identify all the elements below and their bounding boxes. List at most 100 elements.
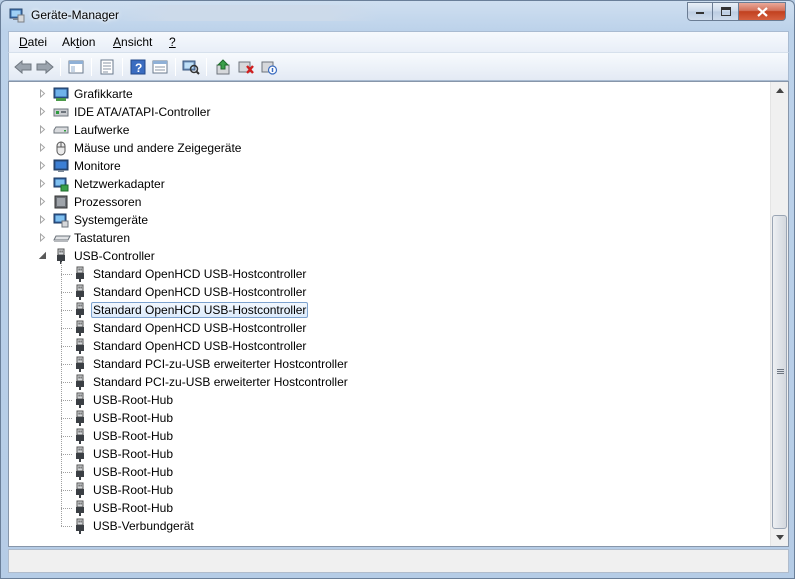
- tree-category[interactable]: Monitore: [40, 157, 123, 175]
- tree-category[interactable]: Laufwerke: [40, 121, 131, 139]
- usb-plug-icon: [72, 338, 88, 354]
- usb-device-label: Standard OpenHCD USB-Hostcontroller: [93, 339, 307, 353]
- usb-plug-icon: [72, 266, 88, 282]
- tree-connector: [61, 328, 72, 329]
- tree-category[interactable]: Grafikkarte: [40, 85, 135, 103]
- disable-device-button[interactable]: [258, 57, 280, 77]
- usb-device-item[interactable]: USB-Root-Hub: [72, 427, 175, 445]
- device-tree[interactable]: Grafikkarte IDE ATA/ATAPI-Controller Laufw…: [9, 82, 770, 546]
- usb-device-label: USB-Root-Hub: [93, 501, 174, 515]
- scan-hardware-button[interactable]: [180, 57, 202, 77]
- tree-connector: [61, 490, 72, 491]
- scroll-up-icon: [775, 88, 784, 93]
- tree-category-label: Grafikkarte: [74, 87, 133, 101]
- usb-device-item[interactable]: Standard PCI-zu-USB erweiterter Hostcont…: [72, 373, 350, 391]
- toolbar-separator: [91, 58, 92, 76]
- collapsed-arrow-icon[interactable]: [38, 107, 47, 116]
- usb-device-label: USB-Root-Hub: [93, 447, 174, 461]
- ide-controller-icon: [53, 104, 69, 120]
- menu-text: ion: [79, 35, 96, 49]
- collapsed-arrow-icon[interactable]: [38, 197, 47, 206]
- tree-category[interactable]: Systemgeräte: [40, 211, 150, 229]
- tree-connector: [61, 292, 72, 293]
- tree-category[interactable]: IDE ATA/ATAPI-Controller: [40, 103, 212, 121]
- usb-device-item[interactable]: Standard OpenHCD USB-Hostcontroller: [72, 337, 308, 355]
- collapsed-arrow-icon[interactable]: [38, 179, 47, 188]
- usb-device-item[interactable]: USB-Verbundgerät: [72, 517, 196, 535]
- scroll-up-button[interactable]: [771, 82, 788, 99]
- vertical-scrollbar[interactable]: [770, 82, 788, 546]
- usb-device-label: Standard OpenHCD USB-Hostcontroller: [93, 321, 307, 335]
- show-hide-tree-button[interactable]: [65, 57, 87, 77]
- menu-text: atei: [27, 35, 48, 49]
- usb-plug-icon: [72, 320, 88, 336]
- collapsed-arrow-icon[interactable]: [38, 89, 47, 98]
- tree-category[interactable]: Netzwerkadapter: [40, 175, 167, 193]
- minimize-button[interactable]: [687, 2, 713, 21]
- usb-device-label: Standard OpenHCD USB-Hostcontroller: [93, 267, 307, 281]
- keyboard-icon: [53, 230, 71, 246]
- tree-category-label: Tastaturen: [74, 231, 131, 245]
- usb-device-item[interactable]: Standard PCI-zu-USB erweiterter Hostcont…: [72, 355, 350, 373]
- tree-connector: [61, 508, 72, 509]
- tree-category[interactable]: Prozessoren: [40, 193, 143, 211]
- uninstall-button[interactable]: [235, 57, 257, 77]
- properties-button[interactable]: [96, 57, 118, 77]
- back-button[interactable]: [12, 57, 34, 77]
- usb-device-item[interactable]: USB-Root-Hub: [72, 445, 175, 463]
- tree-connector: [61, 310, 72, 311]
- collapsed-arrow-icon[interactable]: [38, 233, 47, 242]
- view-details-button[interactable]: [149, 57, 171, 77]
- collapsed-arrow-icon[interactable]: [38, 143, 47, 152]
- usb-device-item[interactable]: Standard OpenHCD USB-Hostcontroller: [72, 283, 308, 301]
- menu-text: A: [113, 35, 122, 49]
- menu-help[interactable]: ?: [169, 35, 176, 49]
- menu-datei[interactable]: Datei: [19, 35, 47, 49]
- usb-plug-icon: [72, 482, 88, 498]
- help-button[interactable]: ?: [127, 57, 149, 77]
- menu-aktion[interactable]: Aktion: [62, 35, 95, 49]
- tree-connector: [61, 262, 62, 526]
- expanded-arrow-icon[interactable]: [38, 251, 47, 260]
- forward-arrow-icon: [36, 60, 54, 74]
- tree-category[interactable]: Tastaturen: [40, 229, 132, 247]
- tree-category-label: Systemgeräte: [74, 213, 149, 227]
- forward-button[interactable]: [34, 57, 56, 77]
- properties-icon: [100, 59, 114, 75]
- show-hide-tree-icon: [68, 60, 84, 74]
- usb-plug-icon: [72, 428, 88, 444]
- usb-device-label: USB-Root-Hub: [93, 465, 174, 479]
- usb-device-item[interactable]: USB-Root-Hub: [72, 391, 175, 409]
- tree-category[interactable]: Mäuse und andere Zeigegeräte: [40, 139, 243, 157]
- scroll-down-button[interactable]: [771, 529, 788, 546]
- title-bar[interactable]: Geräte-Manager: [1, 1, 794, 31]
- tree-category[interactable]: USB-Controller: [38, 247, 157, 265]
- collapsed-arrow-icon[interactable]: [38, 215, 47, 224]
- usb-device-item[interactable]: USB-Root-Hub: [72, 481, 175, 499]
- menu-text: Ak: [62, 35, 77, 49]
- usb-plug-icon: [72, 464, 88, 480]
- usb-device-item[interactable]: Standard OpenHCD USB-Hostcontroller: [72, 319, 308, 337]
- usb-device-label: Standard OpenHCD USB-Hostcontroller: [91, 302, 309, 318]
- toolbar: ?: [8, 52, 789, 81]
- network-adapter-icon: [53, 176, 69, 192]
- maximize-button[interactable]: [713, 2, 739, 21]
- scroll-thumb[interactable]: [772, 215, 787, 529]
- collapsed-arrow-icon[interactable]: [38, 161, 47, 170]
- usb-device-item[interactable]: USB-Root-Hub: [72, 499, 175, 517]
- collapsed-arrow-icon[interactable]: [38, 125, 47, 134]
- usb-device-label: USB-Root-Hub: [93, 393, 174, 407]
- minimize-icon: [696, 11, 704, 14]
- disable-device-icon: [261, 61, 278, 75]
- usb-device-item[interactable]: Standard OpenHCD USB-Hostcontroller: [72, 265, 308, 283]
- usb-device-item[interactable]: USB-Root-Hub: [72, 409, 175, 427]
- update-driver-button[interactable]: [212, 57, 234, 77]
- tree-category-label: Mäuse und andere Zeigegeräte: [74, 141, 242, 155]
- menu-text: nsicht: [121, 35, 153, 49]
- usb-device-label: USB-Root-Hub: [93, 483, 174, 497]
- update-driver-icon: [216, 59, 230, 75]
- menu-ansicht[interactable]: Ansicht: [113, 35, 152, 49]
- usb-device-item[interactable]: Standard OpenHCD USB-Hostcontroller: [72, 301, 309, 319]
- close-button[interactable]: [739, 2, 786, 21]
- usb-device-item[interactable]: USB-Root-Hub: [72, 463, 175, 481]
